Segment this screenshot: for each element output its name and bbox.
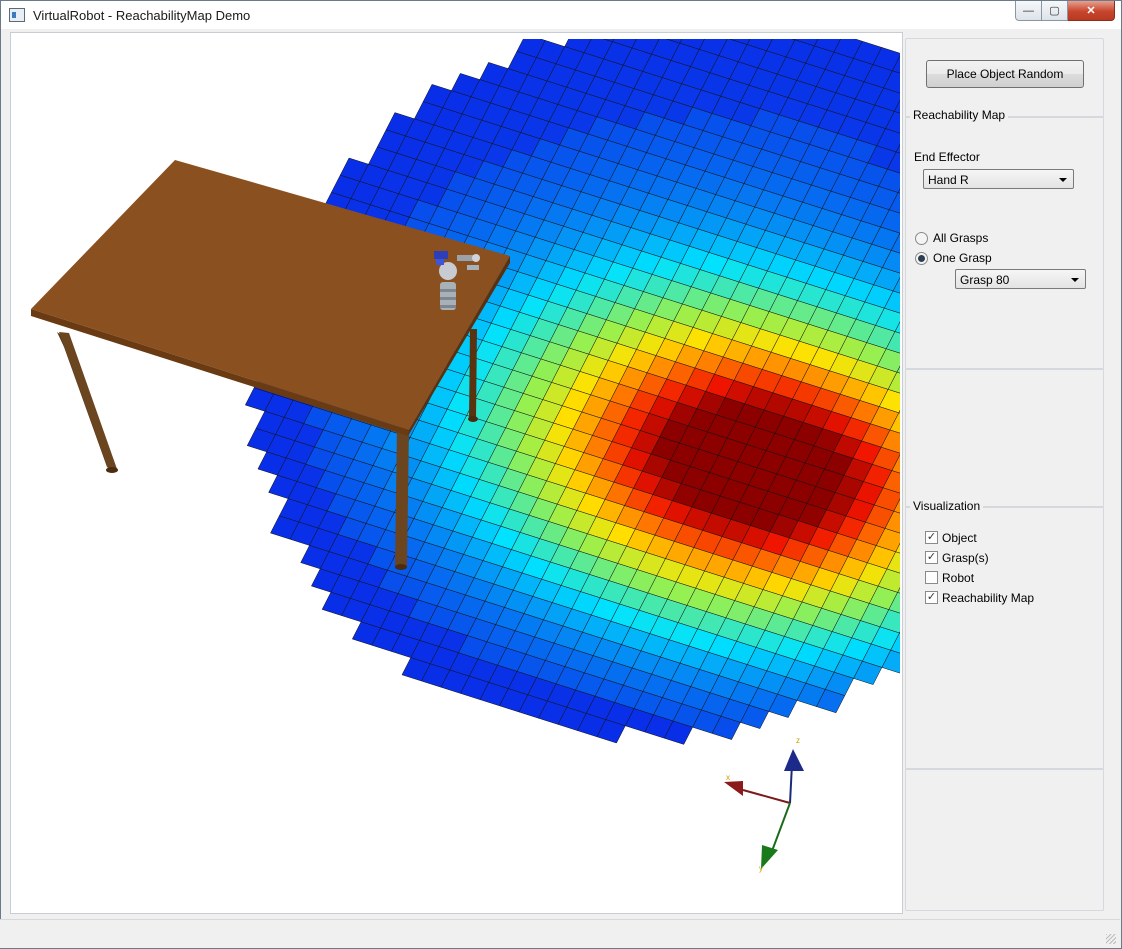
one-grasp-radio[interactable] — [915, 252, 928, 265]
object-checkbox[interactable]: ✓ — [925, 531, 938, 544]
grasps-checkbox-label[interactable]: Grasp(s) — [942, 551, 989, 565]
window-controls: — ▢ ✕ — [1015, 1, 1115, 21]
axis-z-label: z — [796, 736, 800, 745]
close-button[interactable]: ✕ — [1068, 1, 1115, 21]
object-checkbox-label[interactable]: Object — [942, 531, 977, 545]
resize-grip-icon[interactable] — [1106, 934, 1116, 944]
status-bar — [0, 919, 1120, 948]
visualization-group-title: Visualization — [910, 499, 984, 513]
bottom-group — [905, 768, 1104, 911]
maximize-button[interactable]: ▢ — [1042, 1, 1068, 21]
maximize-icon: ▢ — [1049, 5, 1060, 17]
end-effector-value: Hand R — [928, 173, 969, 187]
reachability-map-checkbox-label[interactable]: Reachability Map — [942, 591, 1034, 605]
end-effector-label: End Effector — [914, 150, 980, 164]
grasps-checkbox[interactable]: ✓ — [925, 551, 938, 564]
minimize-button[interactable]: — — [1015, 1, 1042, 21]
3d-viewport[interactable]: z x y — [17, 2, 1117, 911]
one-grasp-label[interactable]: One Grasp — [933, 251, 992, 265]
visualization-group — [905, 506, 1104, 770]
reachability-map-group-title: Reachability Map — [910, 108, 1009, 122]
end-effector-select[interactable]: Hand R — [923, 169, 1074, 189]
place-object-random-button[interactable]: Place Object Random — [926, 60, 1084, 88]
grasp-value: Grasp 80 — [960, 273, 1010, 287]
robot-checkbox-label[interactable]: Robot — [942, 571, 974, 585]
window-title: VirtualRobot - ReachabilityMap Demo — [33, 8, 251, 23]
chevron-down-icon — [1071, 278, 1079, 282]
scene-canvas[interactable]: z x y — [17, 2, 1117, 911]
control-panel: Place Object Random Reachability Map End… — [905, 38, 1105, 911]
close-icon: ✕ — [1086, 5, 1096, 17]
all-grasps-radio[interactable] — [915, 232, 928, 245]
axis-y-label: y — [759, 864, 763, 873]
minimize-icon: — — [1023, 4, 1034, 17]
grasp-select[interactable]: Grasp 80 — [955, 269, 1086, 289]
coordinate-axes: z x y — [724, 736, 804, 873]
empty-group — [905, 368, 1104, 508]
all-grasps-label[interactable]: All Grasps — [933, 231, 988, 245]
chevron-down-icon — [1059, 178, 1067, 182]
reachability-map-checkbox[interactable]: ✓ — [925, 591, 938, 604]
app-icon — [9, 8, 25, 22]
robot-checkbox[interactable] — [925, 571, 938, 584]
axis-x-label: x — [726, 773, 730, 782]
title-bar[interactable]: VirtualRobot - ReachabilityMap Demo — ▢ … — [1, 1, 1121, 29]
